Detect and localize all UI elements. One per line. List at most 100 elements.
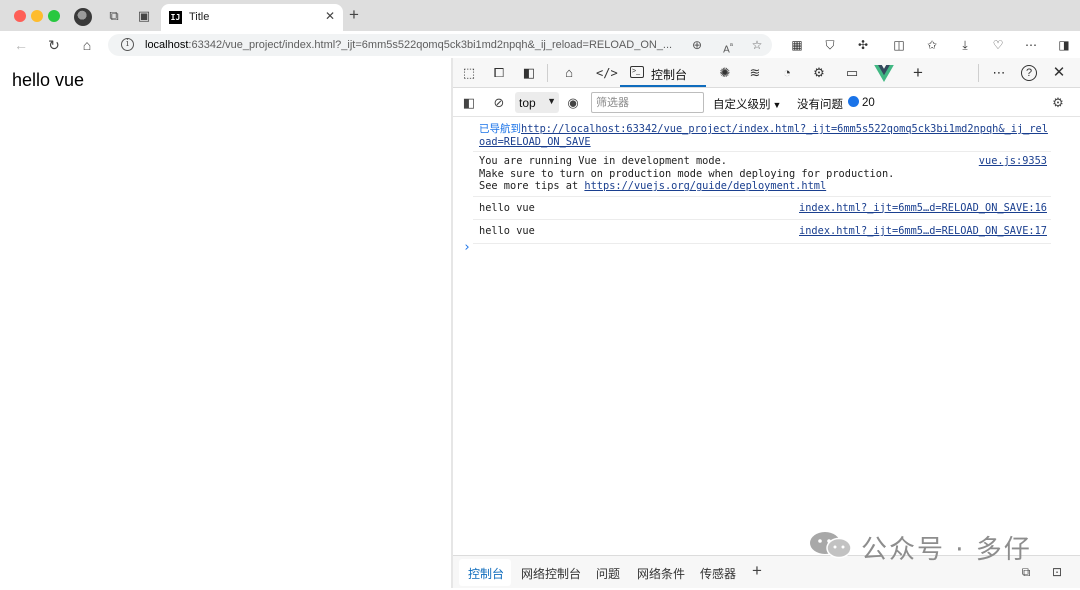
tab-actions-icon[interactable]: ▣ [136,8,152,24]
window-titlebar: ⧉ ▣ IJ Title ✕ + [0,0,1080,31]
tab-separator [978,64,979,82]
network-wifi-icon[interactable]: ≋ [747,65,763,81]
drawer-add-tab-button[interactable]: + [752,561,762,581]
console-output: 已导航到http://localhost:63342/vue_project/i… [453,118,1080,244]
context-select-value: top [519,96,536,110]
message-count-badge[interactable]: 20 [848,96,875,109]
favorites-icon[interactable]: ✩ [925,38,939,52]
browser-tab[interactable]: IJ Title ✕ [161,4,343,31]
watermark-text: 公众号 · 多仔 [861,535,1032,565]
devtools-more-icon[interactable]: ⋯ [991,65,1007,81]
sidebar-toggle-icon[interactable]: ◨ [1057,38,1071,52]
console-icon: >_ [630,66,644,78]
vue-dev-mode-line2: Make sure to turn on production mode whe… [479,167,895,180]
url-text[interactable]: localhost:63342/vue_project/index.html?_… [145,39,685,51]
page-hello-text: hello vue [12,70,85,90]
navigated-url-link[interactable]: http://localhost:63342/vue_project/index… [521,123,1048,135]
vue-dev-mode-line1: You are running Vue in development mode. [479,155,727,167]
message-source-link[interactable]: index.html?_ijt=6mm5…d=RELOAD_ON_SAVE:17 [799,225,1047,238]
read-aloud-icon[interactable]: Aᵃ [720,37,736,58]
split-screen-icon[interactable]: ◫ [892,38,906,52]
memory-chip-icon[interactable]: ⚙ [811,65,827,81]
message-source-link[interactable]: vue.js:9353 [979,155,1047,168]
console-filter-bar: ◧ ⊘ top ▼ ◉ 自定义级别▼ 没有问题 20 ⚙ [453,89,1080,117]
new-tab-button[interactable]: + [346,6,362,24]
tab-console[interactable]: >_ 控制台 [620,58,706,88]
console-message: You are running Vue in development mode.… [473,152,1051,197]
performance-gauge-icon[interactable]: ◔ [779,65,795,81]
address-bar[interactable]: i localhost:63342/vue_project/index.html… [108,34,772,56]
minimize-window-button[interactable] [31,10,43,22]
drawer-tab-sensors[interactable]: 传感器 [700,565,736,582]
help-icon[interactable]: ? [1021,65,1037,81]
profile-avatar[interactable] [74,8,92,26]
workspaces-icon[interactable]: ⧉ [106,8,122,24]
context-select[interactable]: top ▼ [515,92,559,113]
devtools-panel: ⬚ ⧠ ◧ ⌂ </> >_ 控制台 ✺ ≋ ◔ ⚙ ▭ + ⋯ ? ✕ ◧ ⊘… [453,58,1080,588]
drawer-tab-network-conditions[interactable]: 网络条件 [637,565,685,582]
clear-console-icon[interactable]: ⊘ [491,95,507,111]
site-info-icon[interactable]: i [121,38,134,51]
caret-down-icon: ▼ [772,100,782,110]
navigated-url-link-cont[interactable]: oad=RELOAD_ON_SAVE [479,136,591,148]
page-viewport: hello vue [2,58,451,588]
devtools-tab-bar: ⬚ ⧠ ◧ ⌂ </> >_ 控制台 ✺ ≋ ◔ ⚙ ▭ + ⋯ ? ✕ [453,58,1080,88]
performance-icon[interactable]: ♡ [991,38,1005,52]
vue-devtools-icon[interactable] [874,65,894,82]
vue-deployment-link[interactable]: https://vuejs.org/guide/deployment.html [584,180,826,192]
intellij-favicon-icon: IJ [169,11,182,24]
tab-separator [547,64,548,82]
console-message: hello vue index.html?_ijt=6mm5…d=RELOAD_… [473,220,1051,244]
device-emulation-icon[interactable]: ⧠ [491,65,507,81]
downloads-icon[interactable]: ⤓ [958,38,972,52]
console-filter-input[interactable] [591,92,704,113]
drawer-collapse-icon[interactable]: ⊡ [1049,564,1065,580]
console-sidebar-icon[interactable]: ◧ [461,95,477,111]
home-icon[interactable]: ⌂ [78,36,96,54]
more-tools-plus-icon[interactable]: + [910,64,926,81]
browser-toolbar: ← ↻ ⌂ i localhost:63342/vue_project/inde… [0,31,1080,58]
favorite-star-icon[interactable]: ☆ [749,37,765,53]
tab-console-label: 控制台 [651,68,688,82]
zoom-window-button[interactable] [48,10,60,22]
back-arrow-icon[interactable]: ← [12,36,30,54]
inspect-element-icon[interactable]: ⬚ [461,65,477,81]
sources-bug-icon[interactable]: ✺ [717,65,733,81]
shield-icon[interactable]: ⛉ [823,38,837,52]
elements-code-icon[interactable]: </> [596,65,618,81]
url-path: :63342/vue_project/index.html?_ijt=6mm5s… [188,39,673,51]
url-host: localhost [145,39,189,51]
tab-title: Title [189,11,210,23]
close-devtools-icon[interactable]: ✕ [1051,65,1067,81]
welcome-home-icon[interactable]: ⌂ [561,65,577,81]
close-window-button[interactable] [14,10,26,22]
message-source-link[interactable]: index.html?_ijt=6mm5…d=RELOAD_ON_SAVE:16 [799,202,1047,215]
console-navigation-message: 已导航到http://localhost:63342/vue_project/i… [473,118,1051,152]
message-bubble-icon [848,96,859,107]
refresh-icon[interactable]: ↻ [45,36,63,54]
tab-close-icon[interactable]: ✕ [323,9,337,23]
active-tab-indicator [620,85,706,87]
drawer-tab-network-console[interactable]: 网络控制台 [521,565,581,582]
caret-down-icon: ▼ [547,96,556,106]
live-expression-eye-icon[interactable]: ◉ [565,95,581,111]
drawer-tab-console[interactable]: 控制台 [468,565,504,582]
console-prompt-chevron-icon[interactable]: › [463,240,471,255]
log-levels-dropdown[interactable]: 自定义级别 ▼ [713,96,781,112]
console-settings-gear-icon[interactable]: ⚙ [1050,95,1066,111]
drawer-dock-icon[interactable]: ⧉ [1018,564,1034,580]
application-icon[interactable]: ▭ [844,65,860,81]
extension-icon[interactable]: ▦ [790,38,804,52]
dock-side-icon[interactable]: ◧ [521,65,537,81]
vue-dev-mode-line3: See more tips at [479,180,585,192]
log-levels-label: 自定义级别 [713,99,771,111]
message-count: 20 [862,97,875,109]
extensions-puzzle-icon[interactable]: ✣ [856,38,870,52]
console-message: hello vue index.html?_ijt=6mm5…d=RELOAD_… [473,197,1051,220]
more-menu-icon[interactable]: ⋯ [1024,38,1038,52]
zoom-icon[interactable]: ⊕ [689,37,705,53]
issues-label[interactable]: 没有问题 [797,96,843,112]
navigated-prefix: 已导航到 [479,123,521,135]
wechat-logo-icon [810,532,852,559]
drawer-tab-issues[interactable]: 问题 [596,565,620,582]
